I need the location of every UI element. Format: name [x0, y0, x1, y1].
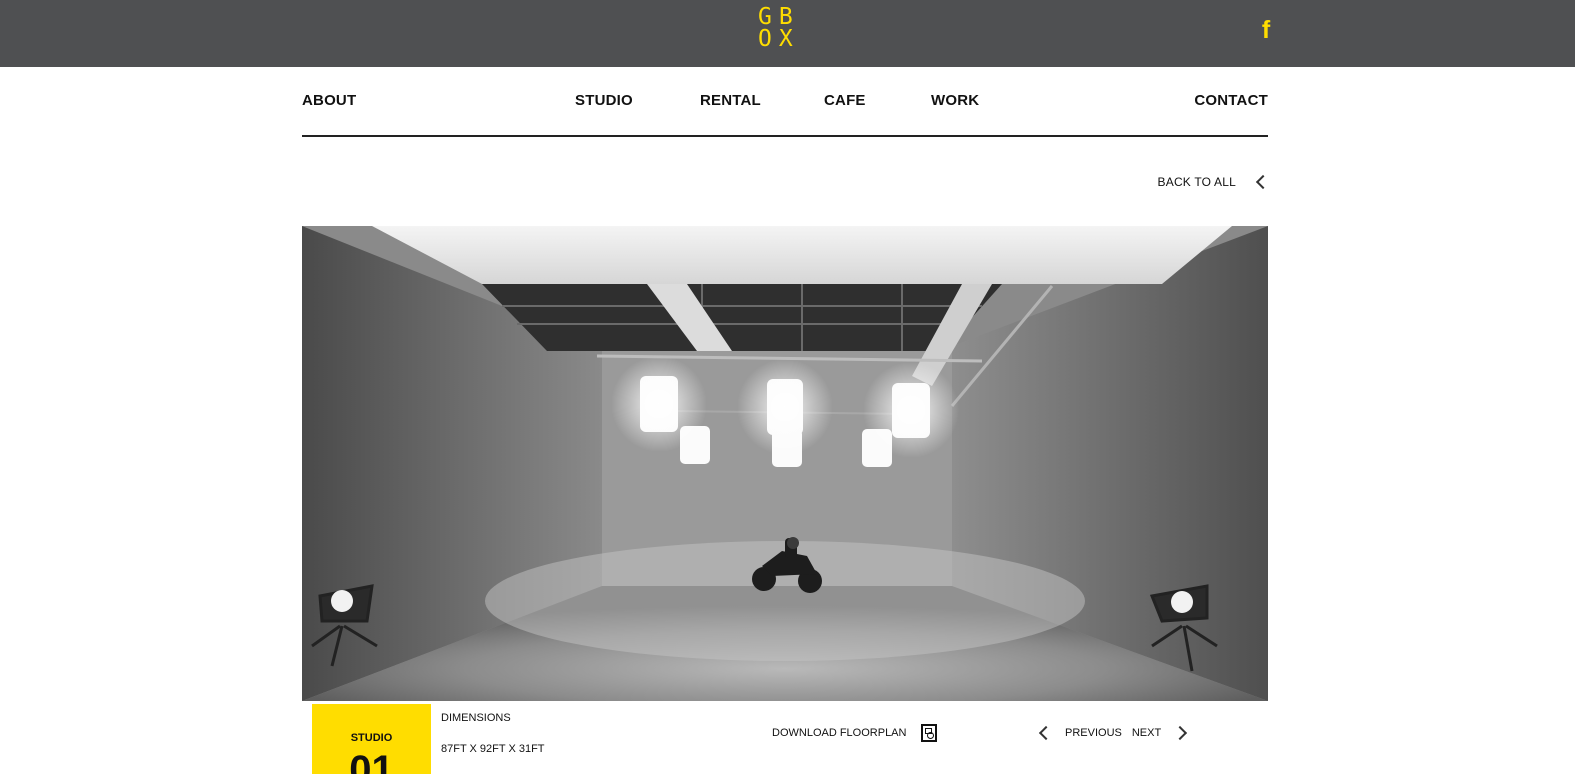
- nav-item-cafe[interactable]: CAFE: [824, 92, 866, 109]
- floorplan-icon: [921, 724, 938, 742]
- main-nav: ABOUT STUDIO RENTAL CAFE WORK CONTACT: [302, 67, 1268, 137]
- studio-pager: PREVIOUS NEXT: [1038, 723, 1188, 743]
- studio-hero-image: [302, 226, 1268, 701]
- studio-number-badge: STUDIO 01: [312, 704, 431, 774]
- dimensions-heading: DIMENSIONS: [441, 712, 511, 724]
- nav-item-about[interactable]: ABOUT: [302, 92, 356, 109]
- back-to-all-link[interactable]: BACK TO ALL: [1157, 172, 1271, 192]
- next-label: NEXT: [1131, 727, 1162, 739]
- nav-item-rental[interactable]: RENTAL: [700, 92, 761, 109]
- logo-line-2: OX: [758, 26, 800, 52]
- dimensions-value: 87FT X 92FT X 31FT: [441, 743, 545, 755]
- nav-item-studio[interactable]: STUDIO: [575, 92, 633, 109]
- logo-line-1: GB: [758, 4, 800, 30]
- chevron-left-icon: [1038, 725, 1054, 741]
- chevron-right-icon: [1173, 725, 1188, 741]
- gbox-logo[interactable]: GB OX: [758, 6, 808, 56]
- studio-tag-label: STUDIO: [350, 732, 393, 744]
- download-floorplan-label: DOWNLOAD FLOORPLAN: [772, 727, 907, 739]
- download-floorplan-link[interactable]: DOWNLOAD FLOORPLAN: [772, 723, 938, 743]
- top-bar: GB OX f: [0, 0, 1575, 67]
- back-to-all-label: BACK TO ALL: [1157, 175, 1236, 189]
- facebook-icon[interactable]: f: [1258, 17, 1274, 43]
- nav-item-contact[interactable]: CONTACT: [1194, 92, 1268, 109]
- studio-number: 01: [349, 748, 394, 774]
- chevron-left-icon: [1255, 174, 1271, 190]
- previous-button[interactable]: PREVIOUS: [1038, 725, 1122, 741]
- previous-label: PREVIOUS: [1065, 727, 1122, 739]
- nav-item-work[interactable]: WORK: [931, 92, 979, 109]
- next-button[interactable]: NEXT: [1131, 725, 1188, 741]
